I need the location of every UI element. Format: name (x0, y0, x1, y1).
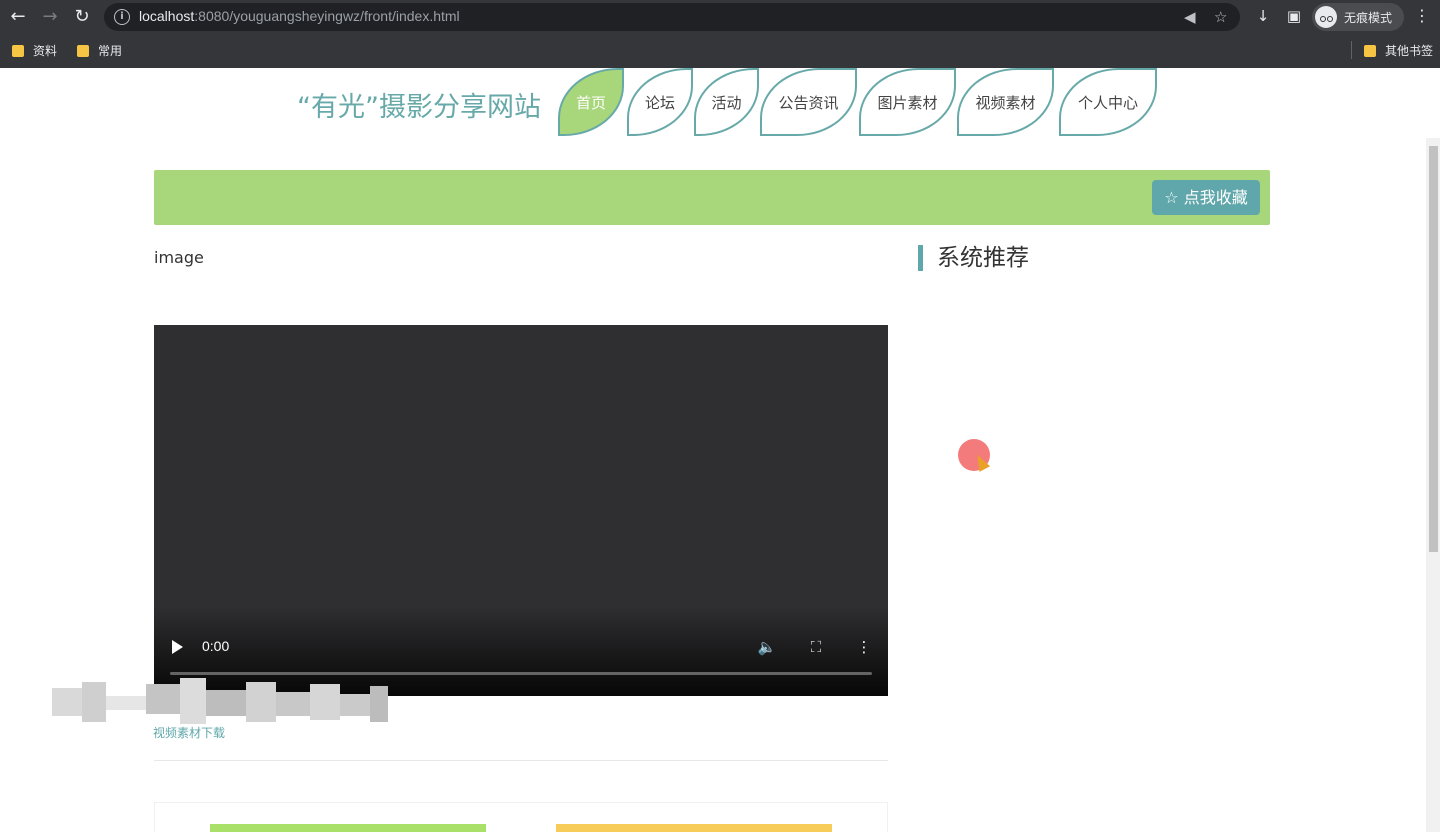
folder-icon (12, 45, 24, 57)
video-time: 0:00 (202, 638, 230, 654)
browser-toolbar: ← → ↻ i localhost:8080/youguangsheyingwz… (0, 0, 1440, 34)
nav-image-materials[interactable]: 图片素材 (859, 68, 956, 136)
incognito-badge[interactable]: 无痕模式 (1312, 3, 1404, 31)
nav-personal-center[interactable]: 个人中心 (1059, 68, 1157, 136)
browser-menu-icon[interactable]: ⋮ (1414, 5, 1430, 27)
page-content: “有光”摄影分享网站 首页 论坛 活动 公告资讯 图片素材 视频素材 个人中心 … (0, 68, 1440, 832)
page-scrollbar-thumb[interactable] (1429, 146, 1438, 552)
nav-announcements[interactable]: 公告资讯 (760, 68, 857, 136)
folder-icon (77, 45, 89, 57)
bookmark-folder-changyong[interactable]: 常用 (77, 42, 122, 60)
broken-image: image (154, 248, 204, 267)
forward-arrow-icon[interactable]: → (37, 4, 63, 30)
bookmark-folder-ziliao[interactable]: 资料 (12, 42, 57, 60)
fullscreen-icon[interactable]: ⛶ (806, 637, 826, 657)
favorite-button[interactable]: ☆ 点我收藏 (1152, 180, 1260, 215)
address-bar[interactable]: i localhost:8080/youguangsheyingwz/front… (104, 3, 1240, 31)
video-more-icon[interactable]: ⋮ (854, 637, 874, 657)
bookmark-folder-other[interactable]: 其他书签 (1364, 42, 1433, 60)
nav-video-materials[interactable]: 视频素材 (957, 68, 1054, 136)
video-download-link[interactable]: 视频素材下载 (153, 724, 225, 741)
video-player[interactable]: 0:00 🔈 ⛶ ⋮ (154, 325, 888, 696)
bookmark-star-icon[interactable]: ☆ (1214, 8, 1227, 26)
address-bar-url[interactable]: localhost:8080/youguangsheyingwz/front/i… (139, 8, 460, 24)
material-cards (154, 802, 888, 832)
site-info-icon[interactable]: i (114, 9, 130, 25)
volume-icon[interactable]: 🔈 (757, 637, 777, 657)
media-muted-icon[interactable]: ◀ (1184, 8, 1196, 26)
download-icon[interactable]: ↓ (1252, 5, 1274, 27)
incognito-icon (1315, 6, 1337, 28)
nav-activity[interactable]: 活动 (694, 68, 759, 136)
content-divider (154, 760, 888, 761)
sidebar-title: 系统推荐 (918, 245, 1029, 271)
reload-icon[interactable]: ↻ (69, 4, 95, 30)
nav-forum[interactable]: 论坛 (627, 68, 693, 136)
folder-icon (1364, 45, 1376, 57)
back-arrow-icon[interactable]: ← (5, 4, 31, 30)
favorite-bar: ☆ 点我收藏 (154, 170, 1270, 225)
site-title: “有光”摄影分享网站 (297, 92, 541, 123)
card-header-green[interactable] (210, 824, 486, 832)
play-icon[interactable] (172, 640, 183, 654)
card-header-yellow[interactable] (556, 824, 832, 832)
bookmarks-bar: 资料 常用 其他书签 (0, 34, 1440, 68)
browser-chrome: ← → ↻ i localhost:8080/youguangsheyingwz… (0, 0, 1440, 68)
bookmarks-divider (1351, 41, 1352, 59)
side-panel-icon[interactable]: ▣ (1283, 5, 1305, 27)
nav-home[interactable]: 首页 (558, 68, 624, 136)
